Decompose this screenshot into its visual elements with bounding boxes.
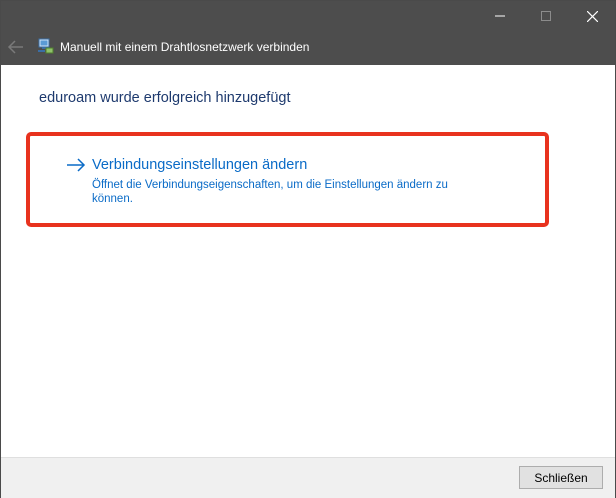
highlight-annotation: Verbindungseinstellungen ändern Öffnet d… (26, 132, 549, 227)
minimize-icon (495, 15, 505, 17)
title-bar[interactable]: Manuell mit einem Drahtlosnetzwerk verbi… (1, 1, 615, 65)
arrow-right-icon (67, 158, 86, 172)
close-button[interactable]: Schließen (519, 466, 603, 489)
window-title: Manuell mit einem Drahtlosnetzwerk verbi… (60, 40, 310, 54)
dialog-window: Manuell mit einem Drahtlosnetzwerk verbi… (0, 0, 616, 498)
close-icon (586, 10, 598, 22)
maximize-button[interactable] (523, 1, 569, 31)
minimize-button[interactable] (477, 1, 523, 31)
network-connection-icon (37, 38, 55, 54)
dialog-content: eduroam wurde erfolgreich hinzugefügt Ve… (1, 65, 615, 457)
maximize-icon (541, 11, 551, 21)
success-heading: eduroam wurde erfolgreich hinzugefügt (39, 90, 291, 106)
change-connection-settings-description: Öffnet die Verbindungseigenschaften, um … (92, 179, 448, 205)
back-arrow-icon (7, 40, 23, 54)
close-window-button[interactable] (569, 1, 615, 31)
back-button[interactable] (7, 39, 25, 55)
dialog-footer: Schließen (1, 457, 615, 498)
change-connection-settings-title[interactable]: Verbindungseinstellungen ändern (92, 156, 307, 174)
